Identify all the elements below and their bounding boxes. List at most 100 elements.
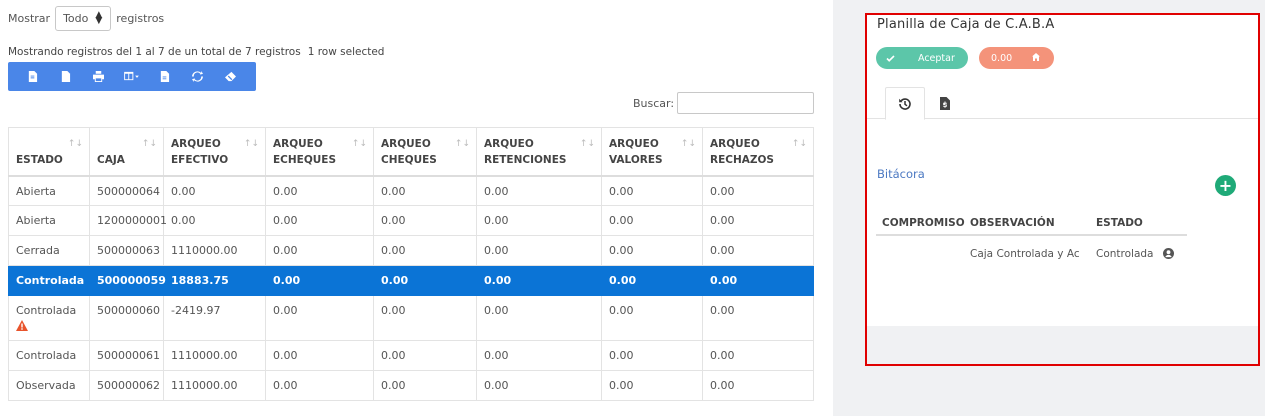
cell-retenciones: 0.00	[476, 175, 602, 206]
add-entry-button[interactable]: +	[1215, 175, 1236, 196]
cell-rechazos-text: 0.00	[710, 184, 735, 198]
sort-arrows-icon: ↑↓	[351, 139, 367, 149]
cell-valores-text: 0.00	[609, 184, 634, 198]
cell-estado: Controlada	[8, 295, 90, 341]
cell-rechazos-text: 0.00	[710, 214, 735, 227]
cell-estado-text: Cerrada	[16, 244, 60, 257]
tab-invoice[interactable]	[925, 87, 965, 119]
sort-arrows-icon: ↑↓	[680, 139, 696, 149]
cell-efectivo-text: 0.00	[171, 184, 196, 198]
column-header[interactable]: ARQUEO VALORES ↑↓	[601, 127, 703, 177]
table-row[interactable]: Controlada 500000059 18883.75 0.00 0.00 0.00 0…	[8, 265, 814, 296]
cell-retenciones-text: 0.00	[484, 184, 509, 198]
plus-icon: +	[1218, 175, 1233, 195]
sort-arrows-icon: ↑↓	[67, 139, 83, 149]
caja-panel: Planilla de Caja de C.A.B.A Aceptar 0.00…	[865, 13, 1260, 366]
panel-title: Planilla de Caja de C.A.B.A	[877, 17, 1055, 32]
cell-echeques: 0.00	[265, 370, 374, 401]
log-row[interactable]: Caja Controlada y Ac Controlada	[876, 235, 1187, 265]
column-header[interactable]: ESTADO ↑↓	[8, 127, 90, 177]
cell-caja: 500000062	[89, 370, 164, 401]
table-row[interactable]: Controlada 500000061 1110000.00 0.00 0.00 0.0…	[8, 340, 814, 371]
sort-arrows-icon: ↑↓	[141, 139, 157, 149]
user-icon[interactable]	[1162, 248, 1174, 259]
file-button[interactable]	[49, 62, 82, 91]
cell-retenciones: 0.00	[476, 370, 602, 401]
cell-cheques: 0.00	[373, 175, 477, 206]
column-header[interactable]: CAJA ↑↓	[89, 127, 164, 177]
log-cell-compromiso	[876, 235, 964, 265]
amount-label: 0.00	[991, 52, 1013, 64]
cell-echeques: 0.00	[265, 175, 374, 206]
cell-rechazos: 0.00	[702, 265, 814, 296]
column-header[interactable]: ARQUEO RETENCIONES ↑↓	[476, 127, 602, 177]
cell-efectivo-text: -2419.97	[171, 304, 221, 317]
cell-estado-text: Abierta	[16, 214, 56, 227]
sort-arrows-icon: ↑↓	[579, 139, 595, 149]
cell-retenciones: 0.00	[476, 235, 602, 266]
cell-caja: 500000059	[89, 265, 166, 296]
cell-cheques-text: 0.00	[381, 349, 406, 362]
cell-efectivo: 0.00	[163, 205, 266, 236]
cell-retenciones-text: 0.00	[484, 214, 509, 227]
cell-rechazos-text: 0.00	[710, 304, 735, 317]
column-header[interactable]: ARQUEO RECHAZOS ↑↓	[702, 127, 814, 177]
cell-caja-text: 500000060	[97, 304, 160, 317]
cell-caja-text: 500000062	[97, 379, 160, 392]
length-select[interactable]: Todo ▲ ▼	[55, 5, 112, 31]
cell-rechazos: 0.00	[702, 340, 814, 371]
cell-caja-text: 500000063	[97, 244, 160, 257]
table-row[interactable]: Abierta 500000064 0.00 0.00 0.00 0.00 0.00 0.00	[8, 175, 814, 206]
cell-estado-text: Observada	[16, 379, 76, 392]
table-info: Mostrando registros del 1 al 7 de un tot…	[8, 46, 384, 58]
table-row[interactable]: Abierta 1200000001 0.00 0.00 0.00 0.00 0.00 0.0…	[8, 205, 814, 236]
cell-retenciones-text: 0.00	[484, 304, 509, 317]
copy-icon	[28, 71, 38, 82]
table-area: Mostrar Todo ▲ ▼ registros Mostrando regi…	[0, 0, 833, 416]
sort-arrows-icon: ↑↓	[454, 139, 470, 149]
csv-icon	[160, 71, 170, 82]
columns-button[interactable]	[115, 62, 148, 91]
cell-valores: 0.00	[601, 235, 703, 266]
cell-retenciones: 0.00	[476, 295, 602, 341]
panel-tabs	[867, 87, 1258, 120]
cell-valores: 0.00	[601, 340, 703, 371]
eraser-button[interactable]	[214, 62, 247, 91]
column-header-line2: EFECTIVO	[171, 154, 229, 166]
cell-rechazos-text: 0.00	[710, 244, 735, 257]
column-header[interactable]: ARQUEO EFECTIVO ↑↓	[163, 127, 266, 177]
print-icon	[93, 71, 104, 82]
accept-label: Aceptar	[918, 52, 955, 64]
search-input[interactable]	[677, 92, 815, 114]
cell-echeques: 0.00	[265, 235, 374, 266]
accept-button[interactable]: Aceptar	[876, 47, 968, 69]
cell-caja-text: 1200000001	[97, 214, 167, 227]
amount-button[interactable]: 0.00	[979, 47, 1054, 69]
table-header-row: ESTADO ↑↓ CAJA ↑↓ ARQUEO EFECTIVO ↑↓ ARQUEO ECHE…	[8, 127, 814, 177]
print-button[interactable]	[82, 62, 115, 91]
cell-rechazos: 0.00	[702, 205, 814, 236]
cell-echeques-text: 0.00	[273, 274, 301, 287]
cell-cheques: 0.00	[373, 235, 477, 266]
sort-arrows-icon: ↑↓	[791, 139, 807, 149]
csv-button[interactable]	[148, 62, 181, 91]
length-prefix: Mostrar	[8, 11, 51, 25]
table-row[interactable]: Controlada 500000060 -2419.97 0.00 0.00 0.00 0…	[8, 295, 814, 341]
column-header[interactable]: ARQUEO ECHEQUES ↑↓	[265, 127, 374, 177]
history-icon	[899, 97, 911, 110]
cell-estado-text: Controlada	[16, 304, 77, 317]
length-suffix: registros	[116, 11, 165, 25]
refresh-button[interactable]	[181, 62, 214, 91]
cell-retenciones: 0.00	[476, 205, 602, 236]
table-row[interactable]: Observada 500000062 1110000.00 0.00 0.00 0.00…	[8, 370, 814, 401]
copy-button[interactable]	[16, 62, 49, 91]
cell-efectivo-text: 0.00	[171, 214, 196, 227]
cell-retenciones: 0.00	[476, 340, 602, 371]
tab-history[interactable]	[885, 87, 925, 120]
cell-rechazos-text: 0.00	[710, 274, 738, 287]
panel-footer	[867, 326, 1258, 364]
cell-echeques: 0.00	[265, 205, 374, 236]
column-header-line2: ECHEQUES	[273, 154, 337, 166]
table-row[interactable]: Cerrada 500000063 1110000.00 0.00 0.00 0.00 0.…	[8, 235, 814, 266]
column-header[interactable]: ARQUEO CHEQUES ↑↓	[373, 127, 477, 177]
